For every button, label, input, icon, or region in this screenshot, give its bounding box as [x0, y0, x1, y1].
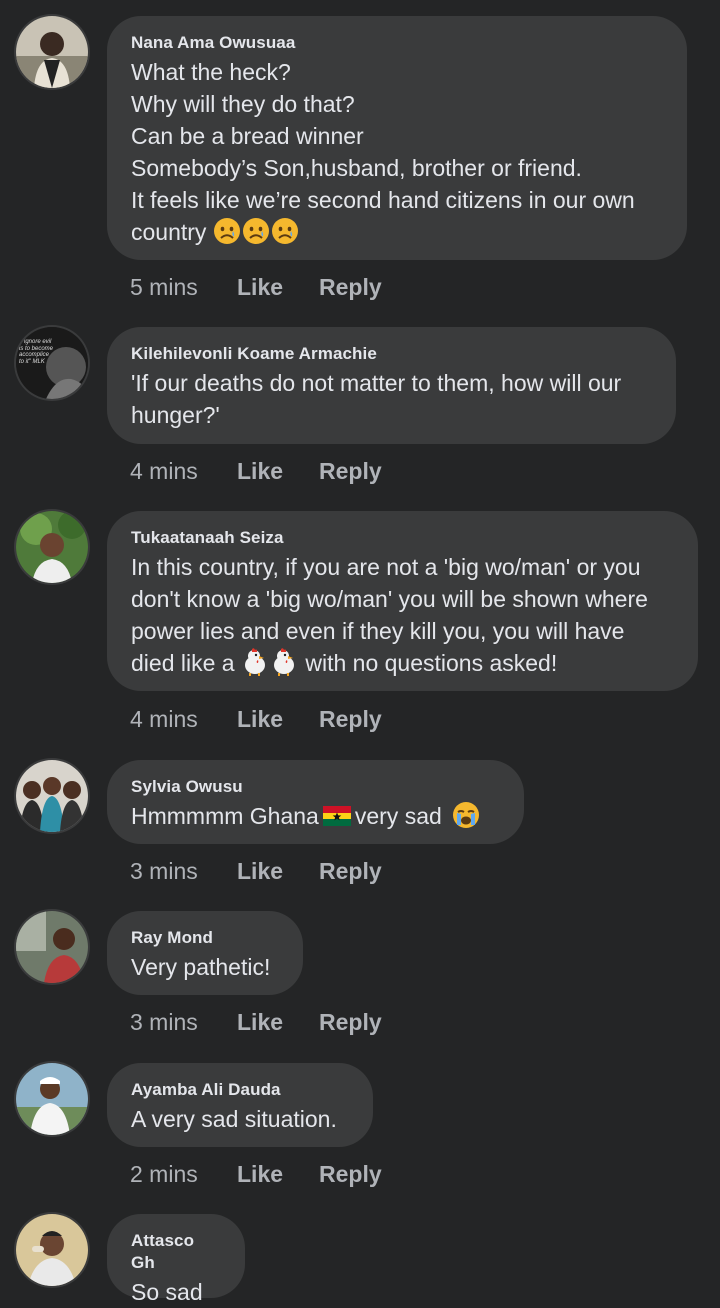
- comment-bubble[interactable]: Sylvia Owusu Hmmmmm Ghana very sad: [107, 760, 524, 844]
- reply-button[interactable]: Reply: [319, 704, 382, 734]
- chicken-emoji-icon: [270, 648, 298, 676]
- comment-actions: 3 mins Like Reply: [130, 856, 382, 886]
- like-button[interactable]: Like: [237, 856, 319, 886]
- reply-button[interactable]: Reply: [319, 1007, 382, 1037]
- author-name[interactable]: Nana Ama Owusuaa: [131, 32, 663, 54]
- comment-text: 'If our deaths do not matter to them, ho…: [131, 370, 622, 396]
- comment-text: Hmmmmm Ghana very sad: [131, 800, 500, 832]
- comment-text-fragment: Hmmmmm Ghana: [131, 803, 319, 829]
- timestamp[interactable]: 2 mins: [130, 1159, 237, 1189]
- comment-text: died like a with no questions asked!: [131, 647, 674, 679]
- ghana-flag-icon: [323, 806, 351, 826]
- avatar[interactable]: [16, 911, 88, 983]
- author-name[interactable]: Ray Mond: [131, 927, 279, 949]
- avatar[interactable]: [16, 511, 88, 583]
- crying-face-emoji-icon: [452, 801, 480, 829]
- comment-text: A very sad situation.: [131, 1106, 337, 1132]
- like-button[interactable]: Like: [237, 1159, 319, 1189]
- author-name[interactable]: Sylvia Owusu: [131, 776, 500, 798]
- reply-button[interactable]: Reply: [319, 272, 382, 302]
- comment-text: don't know a 'big wo/man' you will be sh…: [131, 586, 648, 612]
- author-name[interactable]: Ayamba Ali Dauda: [131, 1079, 349, 1101]
- author-name[interactable]: Kilehilevonli Koame Armachie: [131, 343, 652, 365]
- sad-face-emoji-icon: [271, 217, 299, 245]
- timestamp[interactable]: 3 mins: [130, 856, 237, 886]
- like-button[interactable]: Like: [237, 456, 319, 486]
- timestamp[interactable]: 3 mins: [130, 1007, 237, 1037]
- comment-text: hunger?': [131, 402, 220, 428]
- like-button[interactable]: Like: [237, 272, 319, 302]
- comment-actions: 4 mins Like Reply: [130, 456, 382, 486]
- comment-text: Somebody’s Son,husband, brother or frien…: [131, 155, 582, 181]
- comment-bubble[interactable]: Attasco Gh So sad: [107, 1214, 245, 1305]
- reply-button[interactable]: Reply: [319, 856, 382, 886]
- comment-text: power lies and even if they kill you, yo…: [131, 618, 625, 644]
- like-button[interactable]: Like: [237, 1007, 319, 1037]
- comment-actions: 3 mins Like Reply: [130, 1007, 382, 1037]
- comment-text: Very pathetic!: [131, 954, 271, 980]
- avatar-quote-line: accomplice: [19, 352, 50, 358]
- comment-bubble[interactable]: Ayamba Ali Dauda A very sad situation.: [107, 1063, 373, 1147]
- chicken-emoji-icon: [241, 648, 269, 676]
- reply-button[interactable]: Reply: [319, 1159, 382, 1189]
- comment-text: It feels like we’re second hand citizens…: [131, 187, 635, 213]
- comment-bubble[interactable]: Ray Mond Very pathetic!: [107, 911, 303, 995]
- comment-bubble[interactable]: Nana Ama Owusuaa What the heck? Why will…: [107, 16, 687, 260]
- comment-bubble[interactable]: Tukaatanaah Seiza In this country, if yo…: [107, 511, 698, 691]
- comment-text: Why will they do that?: [131, 91, 355, 117]
- comment-text-fragment: with no questions asked!: [305, 650, 558, 676]
- avatar[interactable]: [16, 16, 88, 88]
- avatar-quote-line: o ignore evil: [19, 339, 52, 345]
- avatar-quote-line: to it" MLK: [19, 358, 45, 365]
- avatar[interactable]: o ignore evil is to become accomplice to…: [16, 327, 88, 399]
- avatar[interactable]: [16, 1214, 88, 1286]
- avatar[interactable]: [16, 760, 88, 832]
- comment-text-fragment: country: [131, 219, 207, 245]
- sad-face-emoji-icon: [242, 217, 270, 245]
- timestamp[interactable]: 4 mins: [130, 704, 237, 734]
- reply-button[interactable]: Reply: [319, 456, 382, 486]
- comment-text: So sad: [131, 1279, 203, 1305]
- comment-actions: 4 mins Like Reply: [130, 704, 382, 734]
- avatar[interactable]: [16, 1063, 88, 1135]
- author-name[interactable]: Tukaatanaah Seiza: [131, 527, 674, 549]
- comment-text-fragment: very sad: [354, 803, 442, 829]
- comment-text: country: [131, 216, 663, 248]
- comment-actions: 5 mins Like Reply: [130, 272, 382, 302]
- comment-text: In this country, if you are not a 'big w…: [131, 554, 641, 580]
- timestamp[interactable]: 5 mins: [130, 272, 237, 302]
- comment-bubble[interactable]: Kilehilevonli Koame Armachie 'If our dea…: [107, 327, 676, 444]
- comment-text: Can be a bread winner: [131, 123, 364, 149]
- comment-actions: 2 mins Like Reply: [130, 1159, 382, 1189]
- comment-text: What the heck?: [131, 59, 291, 85]
- author-name[interactable]: Attasco Gh: [131, 1230, 221, 1274]
- comment-text-fragment: died like a: [131, 650, 235, 676]
- sad-face-emoji-icon: [213, 217, 241, 245]
- timestamp[interactable]: 4 mins: [130, 456, 237, 486]
- like-button[interactable]: Like: [237, 704, 319, 734]
